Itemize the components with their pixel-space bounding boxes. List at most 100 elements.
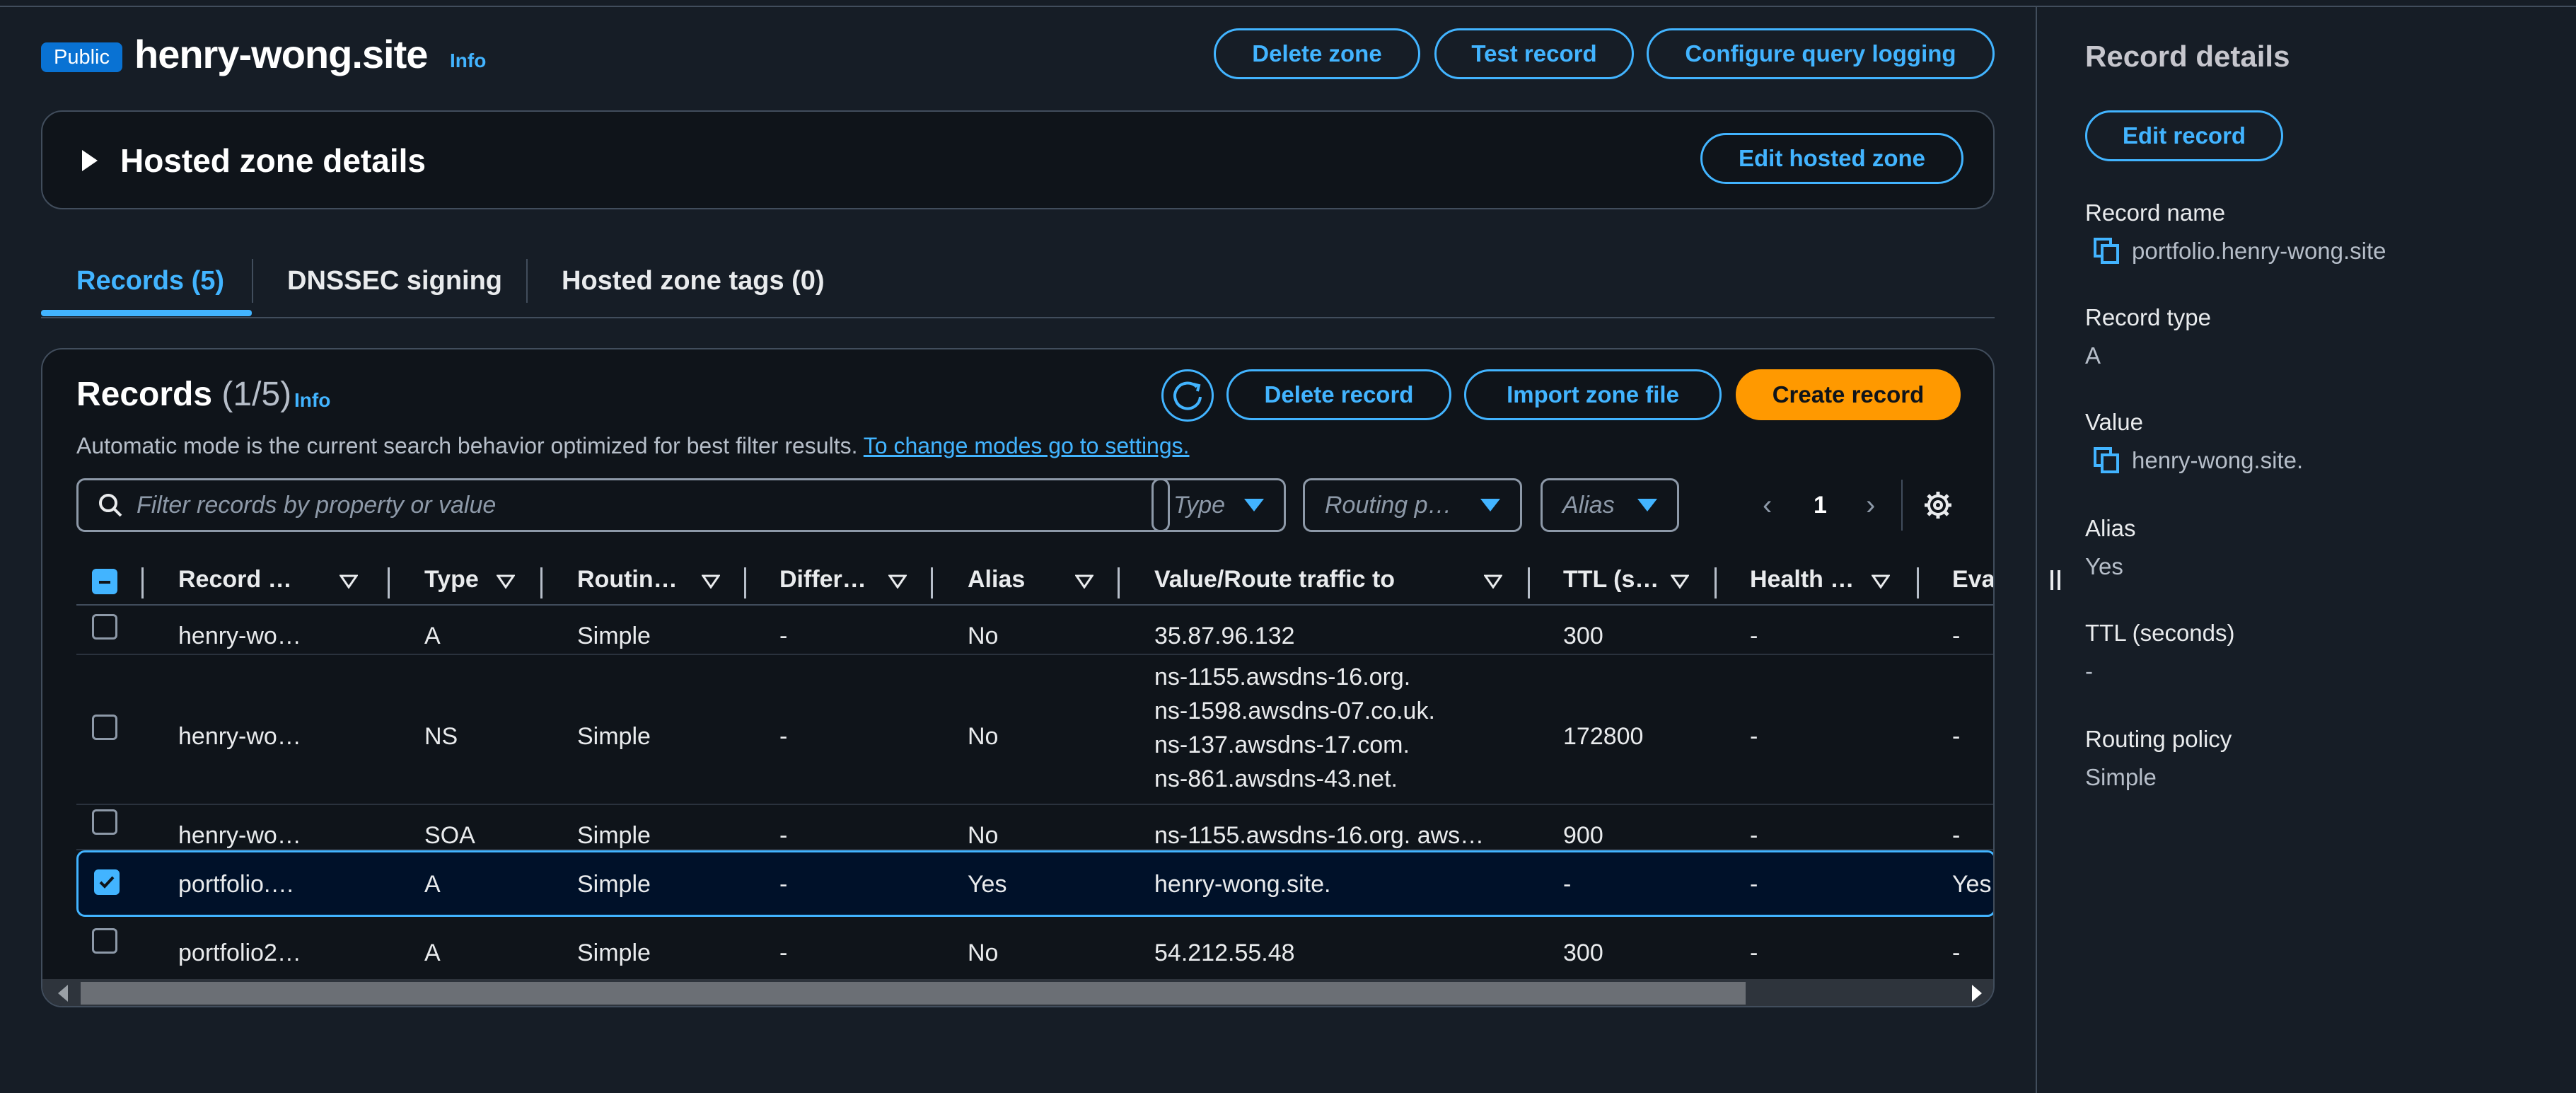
column-header-type[interactable]: Type (424, 566, 479, 594)
column-separator[interactable] (388, 567, 390, 598)
hosted-zone-details-title[interactable]: Hosted zone details (120, 141, 426, 180)
sort-icon[interactable] (702, 574, 720, 589)
sort-icon[interactable] (1872, 574, 1890, 589)
cell-value: 54.212.55.48 (1154, 939, 1295, 966)
drag-handle-icon[interactable] (2048, 569, 2064, 591)
cell-type: A (424, 871, 441, 898)
test-record-button[interactable]: Test record (1434, 28, 1634, 79)
delete-record-button[interactable]: Delete record (1226, 369, 1451, 420)
edit-hosted-zone-button[interactable]: Edit hosted zone (1700, 133, 1963, 184)
row-checkbox[interactable] (94, 869, 120, 895)
tab-hosted-zone-tags[interactable]: Hosted zone tags (0) (562, 266, 825, 296)
sort-icon[interactable] (1484, 574, 1502, 589)
dropdown-caret-icon (1637, 499, 1657, 511)
alias-value: Yes (2085, 553, 2123, 579)
records-count: (1/5) (221, 376, 292, 413)
cell-differentiator: - (779, 871, 788, 898)
scroll-left-icon[interactable] (58, 985, 68, 1002)
delete-zone-button[interactable]: Delete zone (1214, 28, 1420, 79)
tab-dnssec-signing[interactable]: DNSSEC signing (287, 266, 502, 296)
hosted-zone-details-panel: Hosted zone details Edit hosted zone (41, 110, 1995, 209)
row-checkbox[interactable] (92, 928, 117, 954)
alias-filter-select[interactable]: Alias (1541, 478, 1679, 532)
cell-type: NS (424, 723, 458, 750)
row-checkbox[interactable] (92, 809, 117, 835)
column-separator[interactable] (1528, 567, 1530, 598)
column-header-health-check[interactable]: Health … (1750, 566, 1854, 594)
column-header-record-name[interactable]: Record … (178, 566, 292, 594)
column-header-routing[interactable]: Routin… (577, 566, 678, 594)
public-badge: Public (41, 42, 122, 72)
sort-icon[interactable] (497, 574, 515, 589)
sort-icon[interactable] (340, 574, 358, 589)
records-table: Record … Type Routin… Differ… Alias Valu… (76, 555, 1993, 966)
search-input[interactable] (137, 480, 1155, 530)
table-row-selected[interactable]: portfolio.… A Simple - Yes henry-wong.si… (76, 850, 1993, 917)
table-row[interactable]: henry-wo… A Simple - No 35.87.96.132 300… (76, 606, 1993, 655)
cell-routing: Simple (577, 871, 651, 898)
scrollbar-thumb[interactable] (81, 982, 1746, 1005)
column-separator[interactable] (1715, 567, 1717, 598)
select-all-checkbox[interactable] (92, 569, 117, 594)
table-row[interactable]: henry-wo… SOA Simple - No ns-1155.awsdns… (76, 805, 1993, 850)
table-row[interactable]: portfolio2… A Simple - No 54.212.55.48 3… (76, 917, 1993, 966)
search-field[interactable] (76, 478, 1170, 532)
cell-value: henry-wong.site. (1154, 871, 1331, 898)
cell-value-line: ns-1155.awsdns-16.org. (1154, 664, 1411, 690)
alias-filter-label: Alias (1562, 492, 1615, 519)
hosted-zone-main: Public henry-wong.site Info Delete zone … (41, 0, 1995, 1093)
refresh-button[interactable] (1161, 369, 1214, 422)
cell-ttl: 300 (1563, 623, 1603, 649)
column-header-differentiator[interactable]: Differ… (779, 566, 866, 594)
cell-alias: No (968, 623, 999, 649)
cell-routing: Simple (577, 822, 651, 849)
horizontal-scrollbar[interactable] (42, 979, 1993, 1006)
column-header-evaluate-health[interactable]: Evalua… (1952, 566, 1993, 594)
column-separator[interactable] (1917, 567, 1919, 598)
column-header-ttl[interactable]: TTL (s… (1563, 566, 1659, 594)
cell-routing: Simple (577, 723, 651, 750)
sort-icon[interactable] (888, 574, 907, 589)
row-checkbox[interactable] (92, 715, 117, 740)
next-page-icon[interactable]: › (1866, 478, 1875, 532)
column-separator[interactable] (1118, 567, 1120, 598)
cell-value-line: ns-1598.awsdns-07.co.uk. (1154, 698, 1435, 724)
cell-health-check: - (1750, 939, 1758, 966)
records-info-link[interactable]: Info (294, 389, 330, 412)
table-row[interactable]: henry-wo… NS Simple - No ns-1155.awsdns-… (76, 655, 1993, 805)
routing-filter-select[interactable]: Routing p… (1303, 478, 1522, 532)
sort-icon[interactable] (1075, 574, 1093, 589)
cell-evaluate-health: - (1952, 939, 1961, 966)
alias-label: Alias (2085, 515, 2136, 541)
zone-info-link[interactable]: Info (450, 50, 486, 72)
configure-query-logging-button[interactable]: Configure query logging (1647, 28, 1995, 79)
column-separator[interactable] (931, 567, 933, 598)
scroll-right-icon[interactable] (1972, 985, 1982, 1002)
tab-records[interactable]: Records (5) (76, 266, 224, 296)
column-separator[interactable] (744, 567, 746, 598)
import-zone-file-button[interactable]: Import zone file (1464, 369, 1722, 420)
cell-differentiator: - (779, 939, 788, 966)
tabs: Records (5) DNSSEC signing Hosted zone t… (41, 252, 1995, 318)
settings-link[interactable]: To change modes go to settings. (864, 433, 1190, 458)
expand-caret-icon[interactable] (82, 150, 98, 171)
edit-record-button[interactable]: Edit record (2085, 110, 2283, 161)
table-header: Record … Type Routin… Differ… Alias Valu… (76, 555, 1993, 606)
create-record-button[interactable]: Create record (1736, 369, 1961, 420)
prev-page-icon[interactable]: ‹ (1763, 478, 1772, 532)
column-separator[interactable] (540, 567, 543, 598)
column-header-alias[interactable]: Alias (968, 566, 1025, 594)
page-number[interactable]: 1 (1814, 478, 1827, 532)
copy-icon[interactable] (2092, 236, 2120, 265)
column-separator[interactable] (141, 567, 144, 598)
column-header-value[interactable]: Value/Route traffic to (1154, 566, 1395, 594)
copy-icon[interactable] (2092, 446, 2120, 474)
sort-icon[interactable] (1671, 574, 1689, 589)
gear-icon[interactable] (1922, 490, 1954, 521)
refresh-icon (1173, 381, 1202, 410)
type-filter-select[interactable]: Type (1151, 478, 1286, 532)
row-checkbox[interactable] (92, 614, 117, 640)
cell-record-name: portfolio.… (178, 871, 295, 898)
cell-alias: No (968, 939, 999, 966)
pager-separator (1901, 480, 1903, 531)
